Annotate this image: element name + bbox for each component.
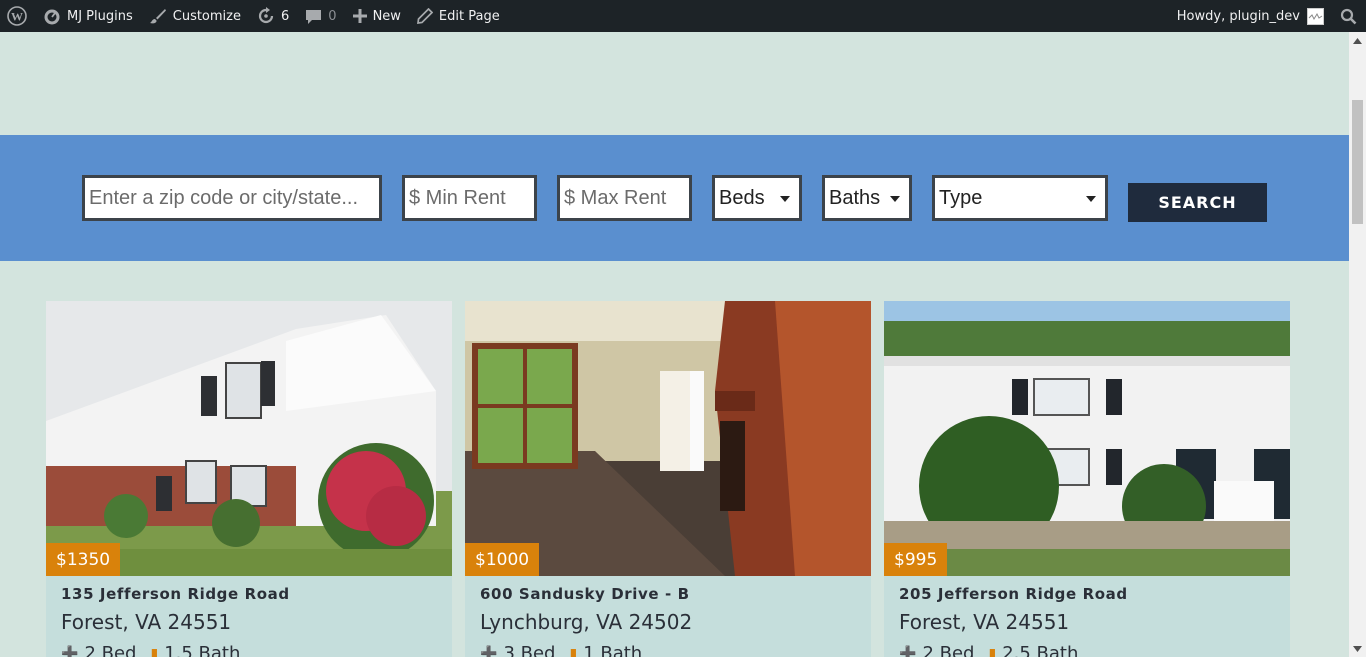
updates-count: 6 bbox=[281, 8, 290, 24]
avatar bbox=[1307, 7, 1324, 25]
edit-page-menu[interactable]: Edit Page bbox=[409, 0, 508, 32]
baths-count: 1.5 Bath bbox=[164, 643, 241, 657]
new-label: New bbox=[372, 8, 401, 24]
customize-menu[interactable]: Customize bbox=[141, 0, 249, 32]
type-selected-value: Type bbox=[939, 186, 983, 209]
listing-specs: ➕ 2 Bed ▮ 1.5 Bath bbox=[61, 643, 240, 657]
comment-icon bbox=[306, 9, 322, 24]
baths-select[interactable]: Baths bbox=[822, 175, 912, 221]
beds-count: 2 Bed bbox=[922, 643, 975, 657]
location-search-input[interactable]: Enter a zip code or city/state... bbox=[82, 175, 382, 221]
listing-specs: ➕ 3 Bed ▮ 1 Bath bbox=[480, 643, 642, 657]
bath-icon: ▮ bbox=[988, 645, 997, 657]
my-account-menu[interactable]: Howdy, plugin_dev bbox=[1169, 0, 1334, 32]
listing-city: Forest, VA 24551 bbox=[899, 610, 1070, 634]
chevron-down-icon bbox=[780, 196, 790, 202]
listing-address[interactable]: 600 Sandusky Drive - B bbox=[480, 585, 690, 603]
comments-count: 0 bbox=[328, 8, 337, 24]
min-rent-input[interactable]: $ Min Rent bbox=[402, 175, 537, 221]
listing-address[interactable]: 135 Jefferson Ridge Road bbox=[61, 585, 290, 603]
price-badge: $995 bbox=[884, 543, 948, 576]
plus-icon bbox=[352, 9, 367, 23]
beds-count: 2 Bed bbox=[84, 643, 137, 657]
bed-icon: ➕ bbox=[899, 645, 917, 657]
listing-photo[interactable]: $1350 bbox=[46, 301, 452, 576]
listing-card[interactable]: $995 205 Jefferson Ridge Road Forest, VA… bbox=[884, 301, 1290, 657]
updates-menu[interactable]: 6 bbox=[249, 0, 297, 32]
listing-photo[interactable]: $1000 bbox=[465, 301, 871, 576]
listing-card[interactable]: $1000 600 Sandusky Drive - B Lynchburg, … bbox=[465, 301, 871, 657]
bath-icon: ▮ bbox=[150, 645, 159, 657]
site-name-label: MJ Plugins bbox=[67, 8, 133, 24]
max-rent-input[interactable]: $ Max Rent bbox=[557, 175, 692, 221]
svg-text:W: W bbox=[11, 10, 23, 24]
max-rent-placeholder: $ Max Rent bbox=[564, 186, 667, 209]
greeting-label: Howdy, plugin_dev bbox=[1176, 8, 1300, 24]
baths-count: 1 Bath bbox=[583, 643, 643, 657]
new-content-menu[interactable]: New bbox=[345, 0, 409, 32]
wordpress-logo-icon[interactable]: W bbox=[0, 0, 35, 32]
type-select[interactable]: Type bbox=[932, 175, 1108, 221]
bed-icon: ➕ bbox=[61, 645, 79, 657]
min-rent-placeholder: $ Min Rent bbox=[409, 186, 506, 209]
page-scrollbar[interactable] bbox=[1349, 32, 1366, 657]
edit-page-label: Edit Page bbox=[438, 8, 500, 24]
scroll-down-arrow-icon[interactable] bbox=[1349, 640, 1366, 657]
listing-city: Forest, VA 24551 bbox=[61, 610, 232, 634]
bed-icon: ➕ bbox=[480, 645, 498, 657]
updates-icon bbox=[258, 7, 274, 24]
brush-icon bbox=[149, 9, 166, 24]
baths-count: 2.5 Bath bbox=[1002, 643, 1079, 657]
listing-card[interactable]: $1350 135 Jefferson Ridge Road Forest, V… bbox=[46, 301, 452, 657]
beds-select[interactable]: Beds bbox=[712, 175, 802, 221]
dashboard-icon bbox=[44, 9, 60, 25]
search-icon[interactable] bbox=[1334, 0, 1366, 32]
bath-icon: ▮ bbox=[569, 645, 578, 657]
chevron-down-icon bbox=[1086, 196, 1096, 202]
scroll-up-arrow-icon[interactable] bbox=[1349, 32, 1366, 49]
location-placeholder: Enter a zip code or city/state... bbox=[89, 186, 359, 209]
wp-admin-bar: W MJ Plugins Customize 6 0 New Edit Page… bbox=[0, 0, 1366, 32]
site-name-menu[interactable]: MJ Plugins bbox=[35, 0, 141, 32]
chevron-down-icon bbox=[890, 196, 900, 202]
baths-selected-value: Baths bbox=[829, 186, 881, 209]
beds-selected-value: Beds bbox=[719, 186, 765, 209]
search-button[interactable]: SEARCH bbox=[1128, 183, 1267, 222]
customize-label: Customize bbox=[172, 8, 241, 24]
listing-specs: ➕ 2 Bed ▮ 2.5 Bath bbox=[899, 643, 1078, 657]
beds-count: 3 Bed bbox=[503, 643, 556, 657]
listing-city: Lynchburg, VA 24502 bbox=[480, 610, 693, 634]
price-badge: $1350 bbox=[46, 543, 121, 576]
listing-address[interactable]: 205 Jefferson Ridge Road bbox=[899, 585, 1128, 603]
comments-menu[interactable]: 0 bbox=[297, 0, 344, 32]
price-badge: $1000 bbox=[465, 543, 540, 576]
property-search-bar: Enter a zip code or city/state... $ Min … bbox=[0, 135, 1349, 261]
listing-photo[interactable]: $995 bbox=[884, 301, 1290, 576]
scrollbar-thumb[interactable] bbox=[1352, 100, 1363, 224]
pencil-icon bbox=[416, 8, 433, 24]
